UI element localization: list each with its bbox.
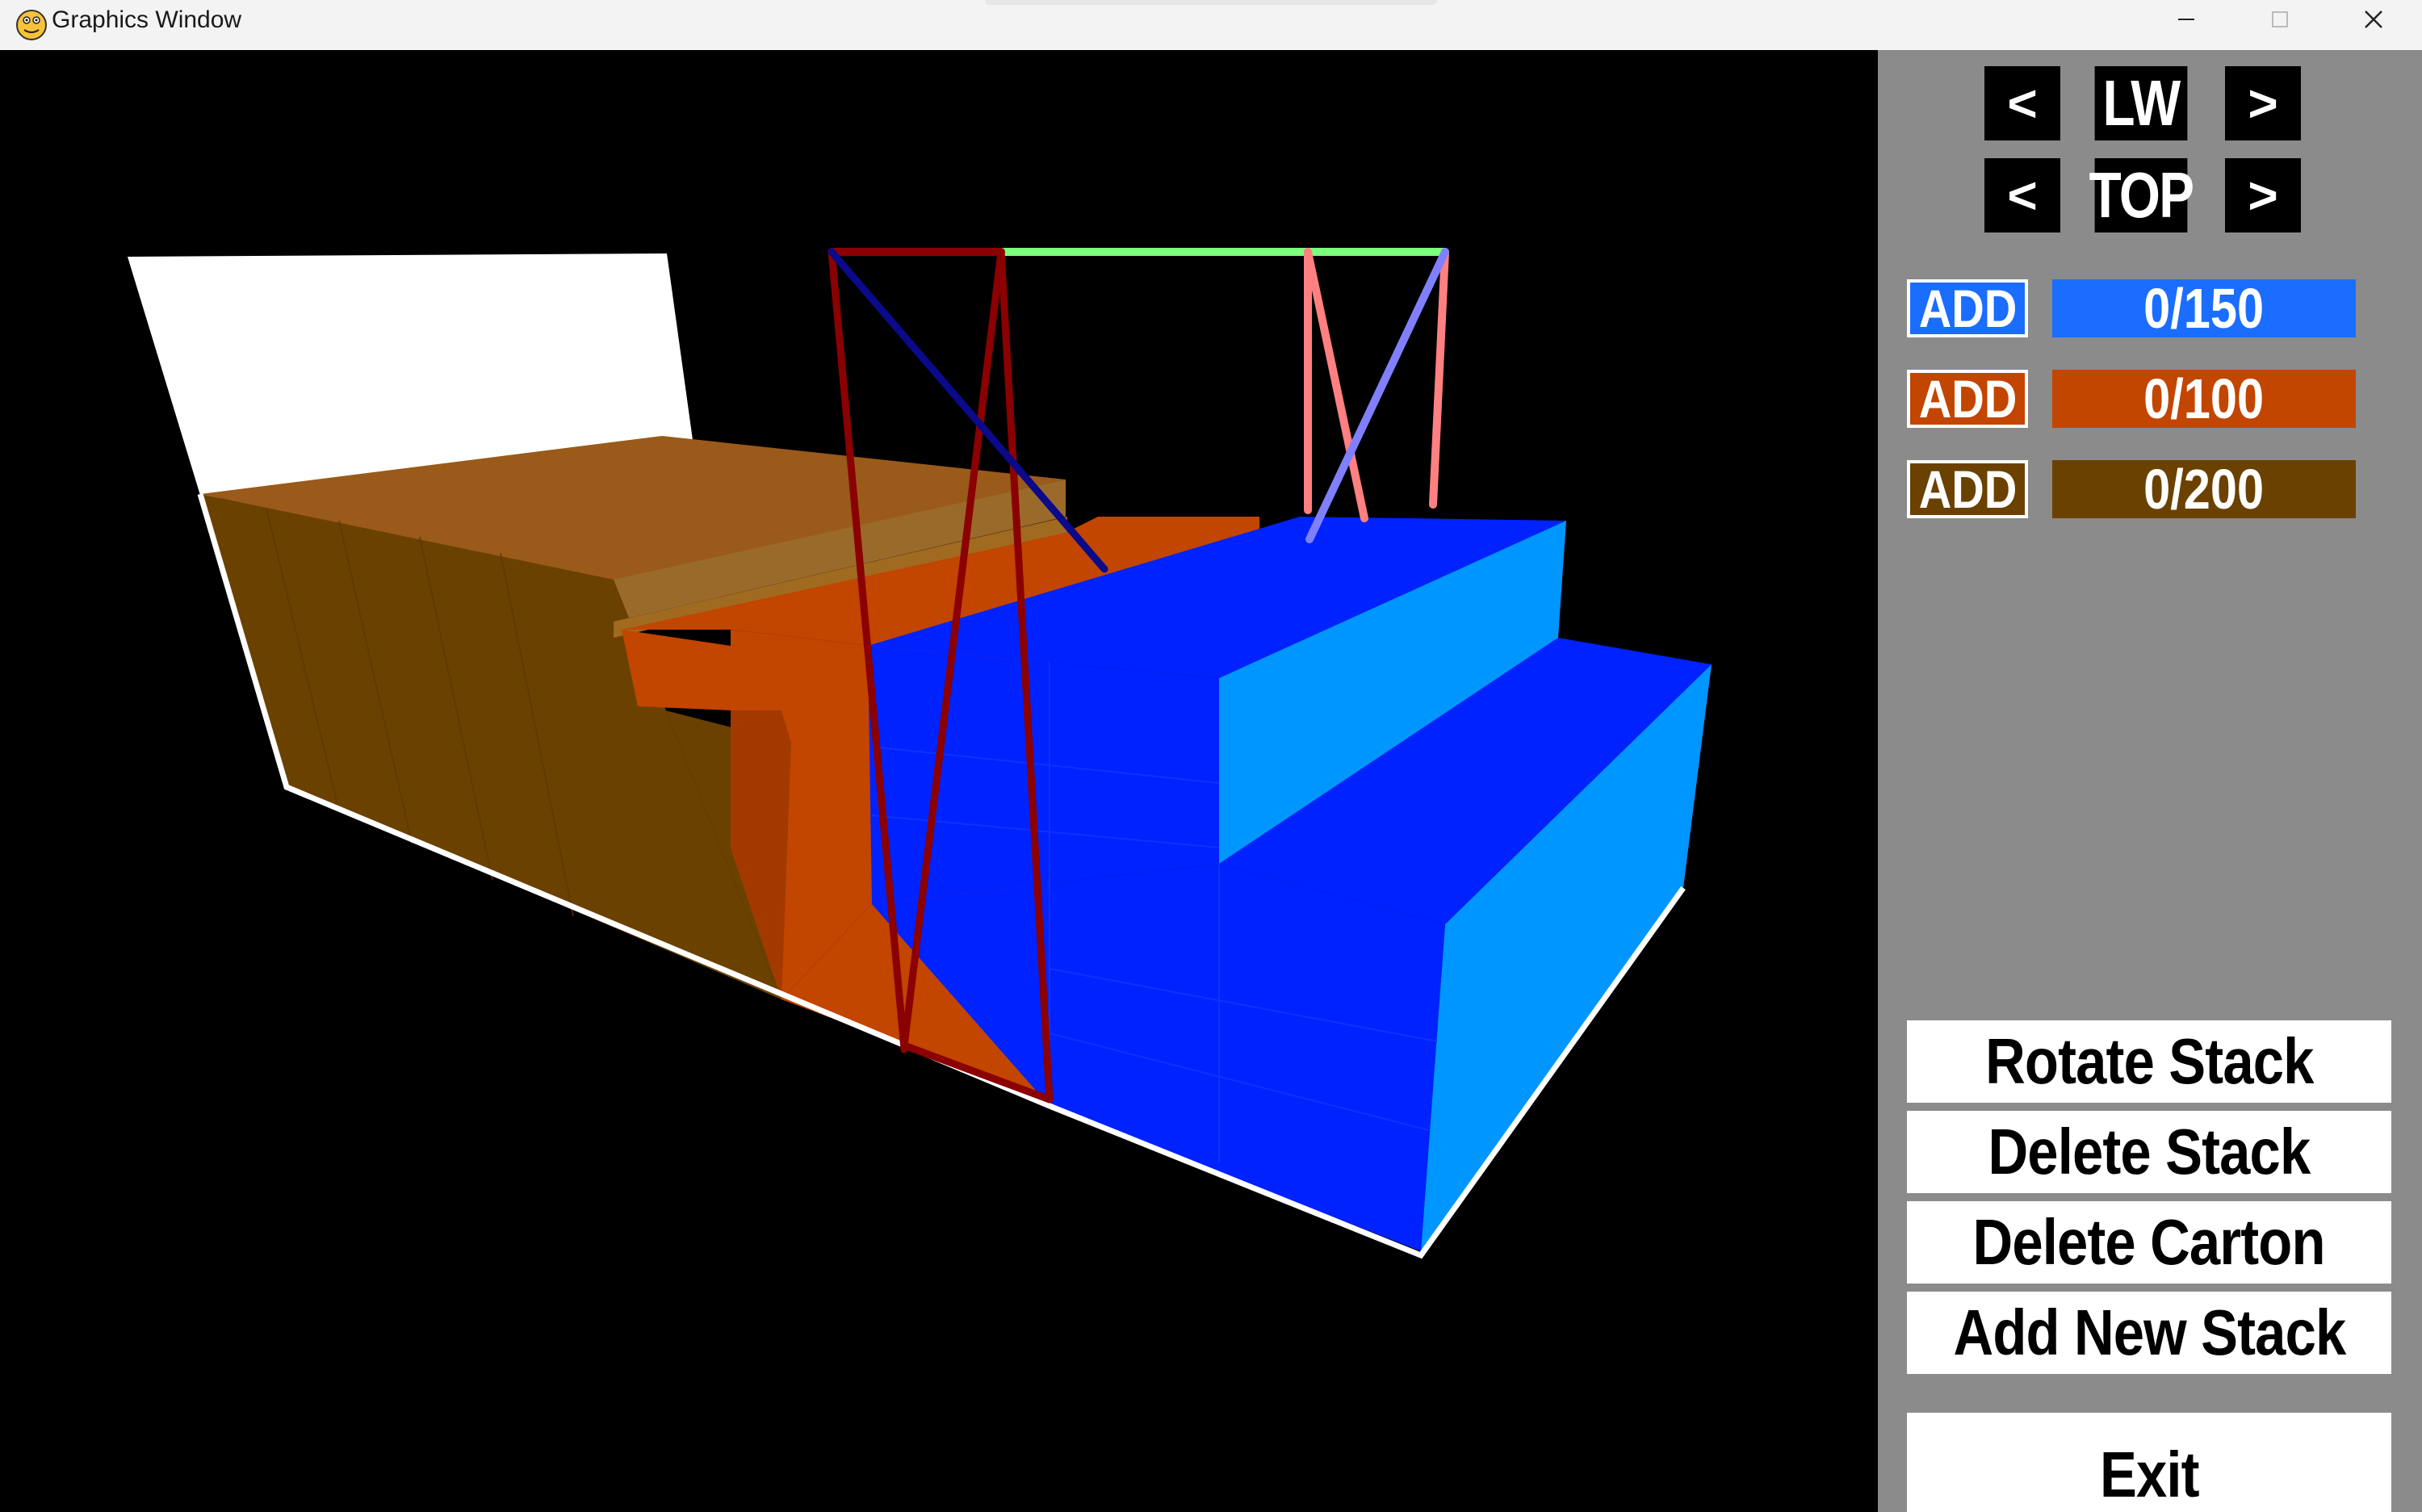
delete-carton-button[interactable]: Delete Carton bbox=[1907, 1201, 2391, 1284]
close-button[interactable] bbox=[2328, 0, 2419, 39]
window-title: Graphics Window bbox=[52, 6, 242, 33]
rotate-stack-button[interactable]: Rotate Stack bbox=[1907, 1020, 2391, 1103]
blue-carton-count: 0/150 bbox=[2052, 277, 2356, 340]
view-label: LW bbox=[2094, 66, 2188, 140]
delete-stack-button[interactable]: Delete Stack bbox=[1907, 1111, 2391, 1193]
minimize-icon bbox=[2178, 19, 2194, 20]
close-icon bbox=[2365, 10, 2382, 28]
maximize-icon bbox=[2272, 11, 2288, 27]
blue-carton-stack bbox=[868, 517, 1712, 1251]
add-blue-carton-button[interactable]: ADD bbox=[1907, 279, 2028, 338]
python-snake-icon bbox=[16, 10, 47, 40]
3d-viewport[interactable] bbox=[0, 50, 1878, 1512]
minimize-button[interactable] bbox=[2141, 0, 2231, 39]
truck-load-scene[interactable] bbox=[0, 50, 1878, 1512]
add-orange-carton-button[interactable]: ADD bbox=[1907, 369, 2028, 429]
snap-hint-bar bbox=[985, 0, 1437, 5]
view-prev-button[interactable]: < bbox=[1984, 66, 2060, 140]
exit-button[interactable]: Exit bbox=[1907, 1413, 2391, 1512]
maximize-button[interactable] bbox=[2235, 0, 2325, 39]
orient-prev-button[interactable]: < bbox=[1984, 158, 2060, 232]
orange-carton-count: 0/100 bbox=[2052, 367, 2356, 430]
add-new-stack-button[interactable]: Add New Stack bbox=[1907, 1292, 2391, 1374]
orient-next-button[interactable]: > bbox=[2225, 158, 2301, 232]
brown-carton-count: 0/200 bbox=[2052, 458, 2356, 521]
add-brown-carton-button[interactable]: ADD bbox=[1907, 459, 2028, 519]
title-bar: Graphics Window bbox=[0, 0, 2422, 51]
orient-label: TOP bbox=[2089, 158, 2194, 232]
view-next-button[interactable]: > bbox=[2225, 66, 2301, 140]
